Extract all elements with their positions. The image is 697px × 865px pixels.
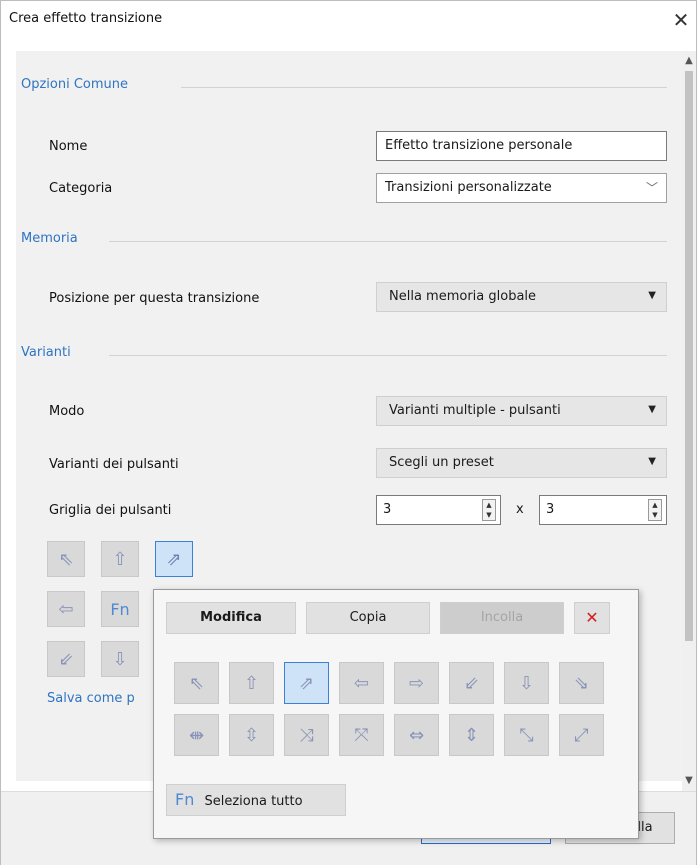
name-input[interactable]: Effetto transizione personale	[376, 131, 667, 161]
shrink-corner-icon[interactable]: ⤡	[504, 714, 549, 756]
category-label: Categoria	[49, 181, 113, 196]
expand-corner-icon[interactable]: ⤢	[559, 714, 604, 756]
arrow-up-icon[interactable]: ⇧	[101, 541, 139, 577]
arrow-up-icon[interactable]: ⇧	[229, 662, 274, 704]
title-bar: Crea effetto transizione ✕	[1, 1, 696, 41]
arrow-left-icon[interactable]: ⇦	[339, 662, 384, 704]
position-label: Posizione per questa transizione	[49, 291, 260, 306]
position-value: Nella memoria globale	[389, 289, 537, 304]
arrow-down-left-icon[interactable]: ⇙	[47, 641, 85, 677]
category-combo[interactable]: Transizioni personalizzate ﹀	[376, 173, 667, 203]
spin-arrows[interactable]: ▲ ▼	[482, 499, 496, 521]
button-variants-dropdown[interactable]: Scegli un preset ▼	[376, 448, 667, 478]
button-variants-label: Varianti dei pulsanti	[49, 457, 179, 472]
copy-button[interactable]: Copia	[306, 602, 430, 634]
diagonal-collapse-icon[interactable]: ⤨	[284, 714, 329, 756]
dialog-window: Crea effetto transizione ✕ ▲ ▼ Opzioni C…	[0, 0, 697, 865]
grid-rows-stepper[interactable]: 3 ▲ ▼	[539, 495, 667, 525]
section-variants-title: Varianti	[21, 345, 71, 360]
vertical-collapse-icon[interactable]: ⇳	[229, 714, 274, 756]
arrow-up-left-icon[interactable]: ⇖	[47, 541, 85, 577]
section-common-title: Opzioni Comune	[21, 77, 129, 92]
variant-editor-popup: Modifica Copia Incolla ✕ ⇖ ⇧ ⇗ ⇦ ⇨ ⇙ ⇩ ⇘…	[153, 589, 639, 839]
mode-value: Varianti multiple - pulsanti	[389, 403, 561, 418]
mode-dropdown[interactable]: Varianti multiple - pulsanti ▼	[376, 396, 667, 426]
spin-arrows[interactable]: ▲ ▼	[648, 499, 662, 521]
mode-label: Modo	[49, 404, 85, 419]
section-memory-title: Memoria	[21, 231, 78, 246]
fn-icon: Fn	[175, 790, 195, 809]
delete-icon[interactable]: ✕	[574, 602, 610, 634]
section-divider	[109, 241, 667, 242]
name-label: Nome	[49, 139, 88, 154]
arrow-up-left-icon[interactable]: ⇖	[174, 662, 219, 704]
vertical-expand-icon[interactable]: ⇕	[449, 714, 494, 756]
button-variants-value: Scegli un preset	[389, 455, 494, 470]
dropdown-arrow-icon: ▼	[648, 290, 656, 301]
horizontal-expand-icon[interactable]: ⇔	[394, 714, 439, 756]
arrow-down-left-icon[interactable]: ⇙	[449, 662, 494, 704]
dropdown-arrow-icon: ▼	[648, 404, 656, 415]
vertical-scrollbar[interactable]: ▲ ▼	[682, 51, 696, 791]
close-icon[interactable]: ✕	[666, 7, 696, 35]
edit-button[interactable]: Modifica	[166, 602, 296, 634]
grid-times-label: x	[516, 502, 524, 517]
window-title: Crea effetto transizione	[9, 11, 163, 26]
grid-cols-value: 3	[383, 502, 392, 517]
grid-rows-value: 3	[546, 502, 555, 517]
diagonal-expand-icon[interactable]: ⤧	[339, 714, 384, 756]
dropdown-arrow-icon: ▼	[648, 456, 656, 467]
select-all-label: Seleziona tutto	[204, 794, 303, 809]
arrow-down-icon[interactable]: ⇩	[101, 641, 139, 677]
grid-label: Griglia dei pulsanti	[49, 503, 172, 518]
grid-cols-stepper[interactable]: 3 ▲ ▼	[376, 495, 501, 525]
scroll-down-icon[interactable]: ▼	[682, 773, 696, 789]
position-dropdown[interactable]: Nella memoria globale ▼	[376, 282, 667, 312]
arrow-down-right-icon[interactable]: ⇘	[559, 662, 604, 704]
arrow-up-right-icon[interactable]: ⇗	[284, 662, 329, 704]
horizontal-collapse-icon[interactable]: ⇼	[174, 714, 219, 756]
arrow-up-right-icon[interactable]: ⇗	[155, 541, 193, 577]
scroll-up-icon[interactable]: ▲	[682, 53, 696, 69]
save-preset-link[interactable]: Salva come p	[47, 691, 135, 706]
category-value: Transizioni personalizzate	[385, 180, 552, 195]
fn-icon[interactable]: Fn	[101, 591, 139, 627]
arrow-down-icon[interactable]: ⇩	[504, 662, 549, 704]
chevron-down-icon: ﹀	[645, 181, 658, 195]
scroll-thumb[interactable]	[685, 71, 693, 641]
paste-button[interactable]: Incolla	[440, 602, 564, 634]
select-all-button[interactable]: Fn Seleziona tutto	[166, 784, 346, 816]
arrow-right-icon[interactable]: ⇨	[394, 662, 439, 704]
section-divider	[109, 355, 667, 356]
section-divider	[181, 87, 667, 88]
arrow-left-icon[interactable]: ⇦	[47, 591, 85, 627]
